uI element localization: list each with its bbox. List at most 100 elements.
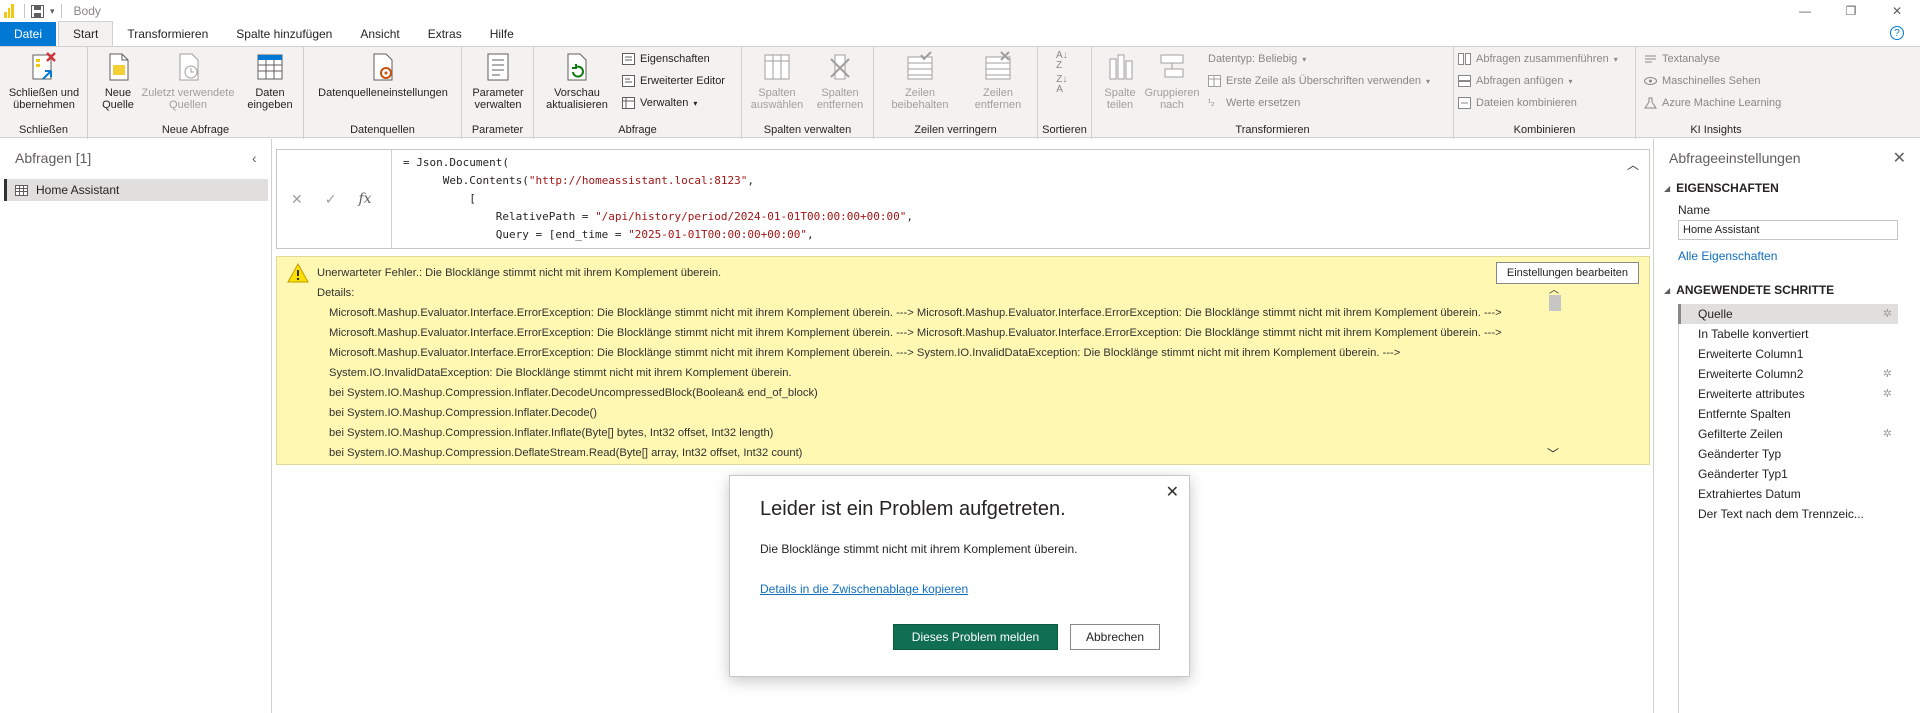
manage-parameters-button[interactable]: Parameter verwalten: [466, 51, 530, 111]
fx-icon[interactable]: fx: [358, 187, 371, 211]
applied-steps-title: ANGEWENDETE SCHRITTE: [1676, 283, 1835, 297]
datatype-dropdown[interactable]: Datentyp: Beliebig ▾: [1208, 53, 1306, 65]
error-details-label: Details:: [317, 287, 355, 299]
minimize-button[interactable]: —: [1782, 0, 1828, 22]
datasource-settings-button[interactable]: Datenquelleneinstellungen: [310, 51, 456, 99]
gear-icon[interactable]: ✲: [1883, 424, 1892, 444]
replace-values-button[interactable]: ¹₂ Werte ersetzen: [1208, 97, 1300, 109]
query-name-field[interactable]: Home Assistant: [1678, 220, 1898, 240]
close-pane-icon[interactable]: ✕: [1893, 148, 1906, 168]
group-label: Zeilen verringern: [914, 124, 997, 136]
save-icon[interactable]: [31, 4, 44, 18]
append-queries-button[interactable]: Abfragen anfügen ▾: [1458, 75, 1572, 87]
tab-tools[interactable]: Extras: [414, 22, 476, 46]
gear-icon[interactable]: ✲: [1883, 364, 1892, 384]
group-label: Transformieren: [1235, 124, 1310, 136]
step-item[interactable]: Erweiterte attributes ✲: [1678, 384, 1898, 404]
new-source-label: Neue Quelle: [102, 87, 134, 111]
refresh-icon: [562, 51, 592, 83]
combine-files-icon: [1458, 97, 1471, 109]
group-label: Kombinieren: [1513, 124, 1576, 136]
replace-values-label: Werte ersetzen: [1226, 97, 1301, 109]
group-label: Spalten verwalten: [763, 124, 852, 136]
group-label: Abfrage: [618, 124, 657, 136]
step-item[interactable]: Entfernte Spalten: [1678, 404, 1898, 424]
step-item[interactable]: Erweiterte Column1: [1678, 344, 1898, 364]
tab-view[interactable]: Ansicht: [346, 22, 413, 46]
new-source-button[interactable]: Neue Quelle: [98, 51, 138, 111]
step-item[interactable]: Extrahiertes Datum: [1678, 484, 1898, 504]
all-properties-link[interactable]: Alle Eigenschaften: [1678, 249, 1777, 263]
cancel-button[interactable]: Abbrechen: [1070, 624, 1160, 650]
close-apply-button[interactable]: Schließen und übernehmen: [4, 51, 84, 111]
gear-icon[interactable]: ✲: [1883, 384, 1892, 404]
restore-button[interactable]: ❐: [1828, 0, 1874, 22]
azure-ml-button[interactable]: Azure Machine Learning: [1644, 97, 1781, 109]
error-headline: Unerwarteter Fehler.: Die Blocklänge sti…: [317, 267, 722, 279]
help-icon[interactable]: ?: [1890, 26, 1904, 40]
step-item[interactable]: Quelle ✲: [1678, 304, 1898, 324]
sort-ascending-icon[interactable]: A↓ Z: [1056, 51, 1068, 71]
tab-add-column[interactable]: Spalte hinzufügen: [222, 22, 346, 46]
step-item[interactable]: Geänderter Typ: [1678, 444, 1898, 464]
step-item[interactable]: Geänderter Typ1: [1678, 464, 1898, 484]
report-problem-button[interactable]: Dieses Problem melden: [893, 624, 1058, 650]
combine-files-button[interactable]: Dateien kombinieren: [1458, 97, 1577, 109]
close-window-button[interactable]: ✕: [1874, 0, 1920, 22]
collapse-triangle-icon: ◢: [1664, 183, 1671, 193]
recent-sources-button[interactable]: Zuletzt verwendete Quellen: [140, 51, 236, 111]
remove-columns-label: Spalten entfernen: [816, 87, 864, 111]
tab-transform[interactable]: Transformieren: [113, 22, 222, 46]
gear-icon[interactable]: ✲: [1883, 304, 1892, 324]
confirm-formula-icon[interactable]: ✓: [325, 187, 337, 211]
text-analysis-label: Textanalyse: [1662, 53, 1721, 65]
scrollbar-thumb[interactable]: [1549, 295, 1561, 311]
group-close: Schließen und übernehmen Schließen: [0, 47, 88, 139]
keep-rows-button[interactable]: Zeilen beibehalten: [882, 51, 958, 111]
error-scrollbar[interactable]: ︿ ﹀: [1547, 285, 1561, 465]
remove-columns-button[interactable]: Spalten entfernen: [810, 51, 870, 111]
copy-details-link[interactable]: Details in die Zwischenablage kopieren: [760, 582, 968, 596]
step-label: Der Text nach dem Trennzeic...: [1698, 507, 1864, 521]
step-item[interactable]: Gefilterte Zeilen ✲: [1678, 424, 1898, 444]
vision-button[interactable]: Maschinelles Sehen: [1644, 75, 1760, 87]
collapse-formula-icon[interactable]: ︿: [1627, 156, 1639, 173]
error-details: Microsoft.Mashup.Evaluator.Interface.Err…: [329, 307, 1502, 379]
properties-button[interactable]: Eigenschaften: [622, 53, 710, 65]
applied-steps-section[interactable]: ◢ ANGEWENDETE SCHRITTE: [1664, 283, 1834, 297]
collapse-pane-icon[interactable]: ‹: [252, 150, 257, 166]
step-item[interactable]: Der Text nach dem Trennzeic...: [1678, 504, 1898, 524]
divider: [60, 4, 62, 18]
scroll-down-icon[interactable]: ﹀: [1547, 445, 1559, 462]
merge-queries-button[interactable]: Abfragen zusammenführen ▾: [1458, 53, 1618, 65]
first-row-headers-button[interactable]: Erste Zeile als Überschriften verwenden ▾: [1208, 75, 1430, 87]
close-dialog-icon[interactable]: ✕: [1166, 482, 1179, 502]
qat-dropdown-icon[interactable]: ▾: [50, 6, 55, 17]
group-new-query: Neue Quelle Zuletzt verwendete Quellen D…: [88, 47, 304, 139]
scroll-up-icon[interactable]: ︿: [1549, 281, 1559, 296]
tab-help[interactable]: Hilfe: [476, 22, 528, 46]
edit-settings-button[interactable]: Einstellungen bearbeiten: [1495, 262, 1639, 284]
cancel-formula-icon[interactable]: ✕: [291, 187, 303, 211]
refresh-preview-button[interactable]: Vorschau aktualisieren: [538, 51, 616, 111]
manage-button[interactable]: Verwalten ▾: [622, 97, 697, 109]
text-analysis-button[interactable]: Textanalyse: [1644, 53, 1720, 65]
choose-columns-button[interactable]: Spalten auswählen: [746, 51, 808, 111]
remove-rows-icon: [983, 51, 1013, 83]
remove-rows-button[interactable]: Zeilen entfernen: [962, 51, 1034, 111]
advanced-editor-button[interactable]: Erweiterter Editor: [622, 75, 725, 87]
step-item[interactable]: Erweiterte Column2 ✲: [1678, 364, 1898, 384]
query-settings-pane: Abfrageeinstellungen ✕ ◢ EIGENSCHAFTEN Na…: [1653, 139, 1920, 713]
formula-editor[interactable]: = Json.Document( Web.Contents("http://ho…: [403, 154, 913, 244]
tab-file[interactable]: Datei: [0, 22, 57, 46]
enter-data-button[interactable]: Daten eingeben: [240, 51, 300, 111]
split-column-button[interactable]: Spalte teilen: [1100, 51, 1140, 111]
step-label: Geänderter Typ1: [1698, 467, 1788, 481]
query-item[interactable]: Home Assistant: [4, 179, 268, 201]
step-item[interactable]: In Tabelle konvertiert: [1678, 324, 1898, 344]
sort-descending-icon[interactable]: Z↓ A: [1056, 75, 1067, 95]
tab-home[interactable]: Start: [58, 21, 114, 46]
properties-section[interactable]: ◢ EIGENSCHAFTEN: [1664, 181, 1779, 195]
group-label: Parameter: [471, 124, 524, 136]
group-by-button[interactable]: Gruppieren nach: [1142, 51, 1202, 111]
